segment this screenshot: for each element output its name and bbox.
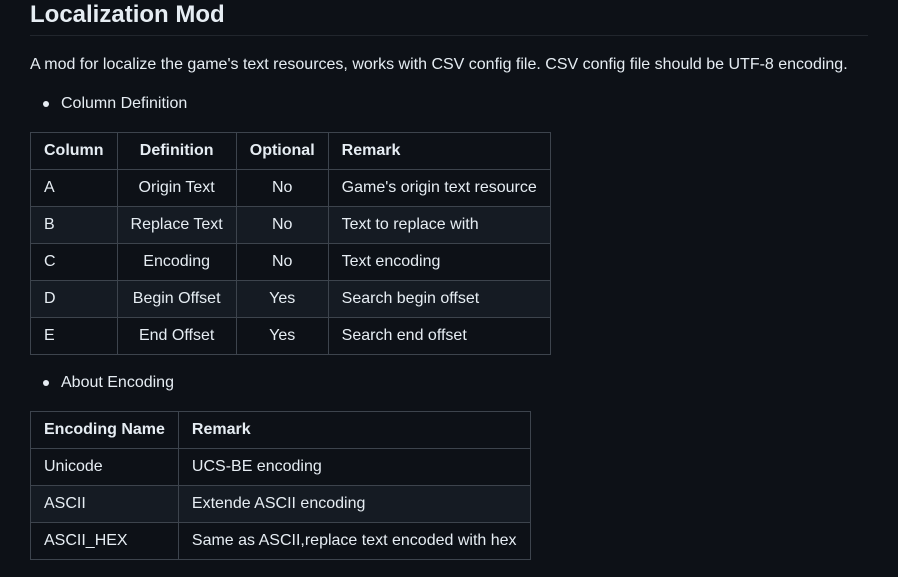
table-header-row: Column Definition Optional Remark (30, 132, 551, 170)
cell-optional: No (235, 206, 329, 244)
cell-column: A (30, 169, 118, 207)
table-row: B Replace Text No Text to replace with (30, 206, 551, 244)
table-row: D Begin Offset Yes Search begin offset (30, 280, 551, 318)
cell-optional: No (235, 169, 329, 207)
column-definition-table: Column Definition Optional Remark A Orig… (30, 132, 551, 355)
cell-definition: Replace Text (116, 206, 237, 244)
cell-encoding-name: ASCII (30, 485, 179, 523)
cell-remark: Search end offset (327, 317, 551, 355)
cell-optional: Yes (235, 317, 329, 355)
table-row: Unicode UCS-BE encoding (30, 448, 531, 486)
cell-remark: Text encoding (327, 243, 551, 281)
cell-column: D (30, 280, 118, 318)
cell-remark: Text to replace with (327, 206, 551, 244)
bullet-dot-icon (43, 101, 49, 107)
cell-remark: Same as ASCII,replace text encoded with … (177, 522, 531, 560)
readme-page: Localization Mod A mod for localize the … (0, 0, 898, 577)
cell-column: B (30, 206, 118, 244)
cell-optional: No (235, 243, 329, 281)
bullet-dot-icon (43, 380, 49, 386)
cell-remark: Search begin offset (327, 280, 551, 318)
table-header-row: Encoding Name Remark (30, 411, 531, 449)
header-optional: Optional (235, 132, 329, 170)
header-definition: Definition (116, 132, 237, 170)
page-title: Localization Mod (30, 1, 225, 28)
cell-definition: End Offset (116, 317, 237, 355)
table-row: A Origin Text No Game's origin text reso… (30, 169, 551, 207)
cell-encoding-name: Unicode (30, 448, 179, 486)
table-row: C Encoding No Text encoding (30, 243, 551, 281)
header-remark: Remark (177, 411, 531, 449)
header-remark: Remark (327, 132, 551, 170)
bullet-label: Column Definition (61, 95, 188, 112)
cell-column: E (30, 317, 118, 355)
title-divider (30, 35, 868, 36)
header-encoding-name: Encoding Name (30, 411, 179, 449)
cell-remark: Extende ASCII encoding (177, 485, 531, 523)
encoding-table: Encoding Name Remark Unicode UCS-BE enco… (30, 411, 531, 560)
table-row: ASCII Extende ASCII encoding (30, 485, 531, 523)
cell-definition: Begin Offset (116, 280, 237, 318)
bullet-about-encoding: About Encoding (43, 372, 174, 394)
cell-remark: Game's origin text resource (327, 169, 551, 207)
table-row: E End Offset Yes Search end offset (30, 317, 551, 355)
description-paragraph: A mod for localize the game's text resou… (30, 56, 848, 73)
cell-remark: UCS-BE encoding (177, 448, 531, 486)
table-row: ASCII_HEX Same as ASCII,replace text enc… (30, 522, 531, 560)
cell-definition: Encoding (116, 243, 237, 281)
header-column: Column (30, 132, 118, 170)
cell-encoding-name: ASCII_HEX (30, 522, 179, 560)
bullet-label: About Encoding (61, 374, 174, 391)
cell-optional: Yes (235, 280, 329, 318)
bullet-column-definition: Column Definition (43, 93, 188, 115)
cell-definition: Origin Text (116, 169, 237, 207)
cell-column: C (30, 243, 118, 281)
